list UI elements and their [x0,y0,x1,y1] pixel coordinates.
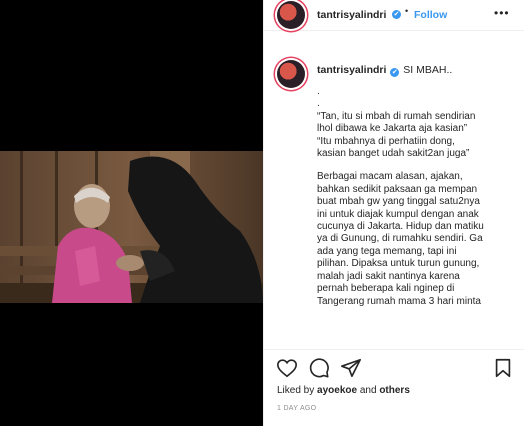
likes-prefix: Liked by [277,385,315,396]
caption-line: bahkan sedikit paksaan ga mempan [317,183,478,195]
post-actions: Liked by ayoekoe and others 1 DAY AGO [264,349,524,427]
verified-badge-icon: ✔ [392,10,401,19]
caption-line: ada yang tega memang, tapi ini [317,245,457,257]
more-options-icon[interactable]: ••• [494,6,510,20]
caption-line: lhol dibawa ke Jakarta aja kasian” [317,123,468,135]
caption-line: kasian banget udah sakit2an juga” [317,148,470,160]
post-media[interactable] [0,0,263,426]
separator-dot: • [405,6,410,16]
comment-icon[interactable] [308,357,330,379]
liked-by-user[interactable]: ayoekoe [317,385,357,396]
follow-button[interactable]: Follow [414,9,447,21]
caption-dot: . [317,86,320,97]
caption-line: ini untuk diajak kumpul dengan anak [317,208,479,220]
caption-header: tantrisyalindri ✔ SI MBAH.. [317,64,453,77]
likes-middle: and [359,385,377,396]
post-timestamp[interactable]: 1 DAY AGO [277,405,316,412]
share-icon[interactable] [340,357,362,379]
caption-dot: . [317,98,320,110]
caption-line: buat mbah gw yang tinggal satu2nya [317,196,480,208]
header-username[interactable]: tantrisyalindri [317,9,386,21]
caption-line: “Tan, itu si mbah di rumah sendirian [317,110,476,122]
bookmark-icon[interactable] [492,357,514,379]
caption-line: pernah beberapa kali nginep di [317,283,455,295]
caption-line: Tangerang rumah mama 3 hari minta [317,295,481,307]
post-header: tantrisyalindri ✔ • Follow ••• [264,0,524,31]
post-side-panel: tantrisyalindri ✔ • Follow ••• tantrisya… [263,0,524,427]
caption-line: ya di Gunung, di rumahku sendiri. Ga [317,233,483,245]
likes-summary: Liked by ayoekoe and others [277,385,410,396]
caption-avatar[interactable] [277,60,305,88]
caption-line: “Itu mbahnya di perhatiin dong, [317,135,455,147]
liked-by-others[interactable]: others [379,385,410,396]
caption-title: SI MBAH.. [403,64,453,76]
caption-line: malah jadi sakit nantinya karena [317,270,460,282]
caption-line: cucunya di Jakarta. Hidup dan matiku [317,221,484,233]
caption-scroll-area[interactable]: tantrisyalindri ✔ SI MBAH.. . . “Tan, it… [264,56,524,346]
heart-icon[interactable] [276,357,298,379]
caption-line: Berbagai macam alasan, ajakan, [317,171,463,183]
post-photo [0,151,263,303]
caption-text: . . “Tan, itu si mbah di rumah sendirian… [317,86,517,319]
avatar[interactable] [277,1,305,29]
caption-verified-icon: ✔ [390,68,400,77]
caption-line: pilihan. Dipaksa untuk turun gunung, [317,258,480,270]
caption-username[interactable]: tantrisyalindri [317,64,386,76]
